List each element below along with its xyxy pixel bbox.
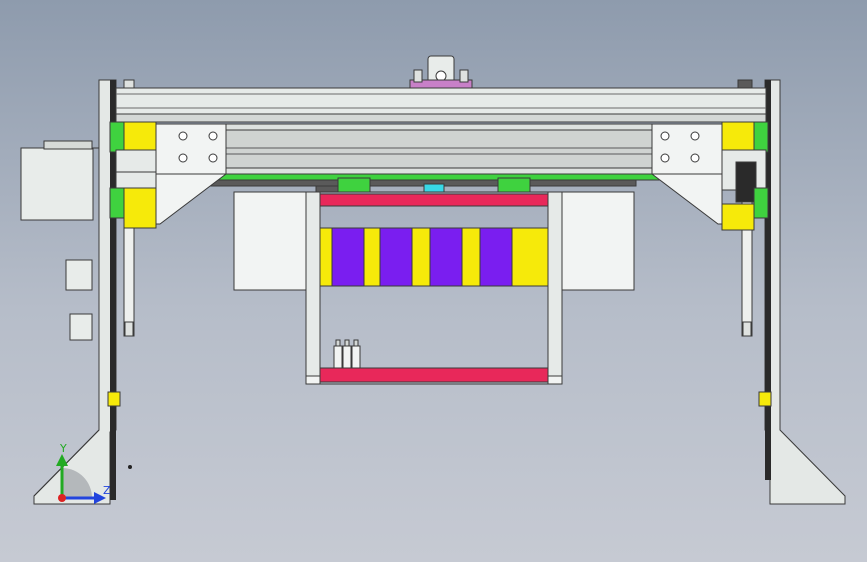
z-axis-label: Z: [103, 484, 111, 497]
right-guide-rod: [741, 179, 753, 337]
origin-dot: [128, 465, 132, 469]
left-bracket: [155, 123, 228, 225]
right-bracket: [650, 123, 723, 225]
top-crossbeam: [115, 87, 767, 123]
top-motor: [123, 55, 753, 89]
bottles: [333, 339, 361, 369]
gantry-assembly-drawing: Y Z: [20, 55, 846, 505]
cad-viewport[interactable]: Y Z: [0, 0, 867, 562]
left-motor-housing: [20, 140, 99, 341]
right-column: [758, 79, 846, 505]
y-axis-label: Y: [59, 442, 67, 455]
carriage-beam: [155, 123, 723, 187]
product-blocks: [319, 227, 549, 287]
left-slider-blocks: [109, 121, 157, 229]
right-slider-blocks: [721, 121, 769, 231]
